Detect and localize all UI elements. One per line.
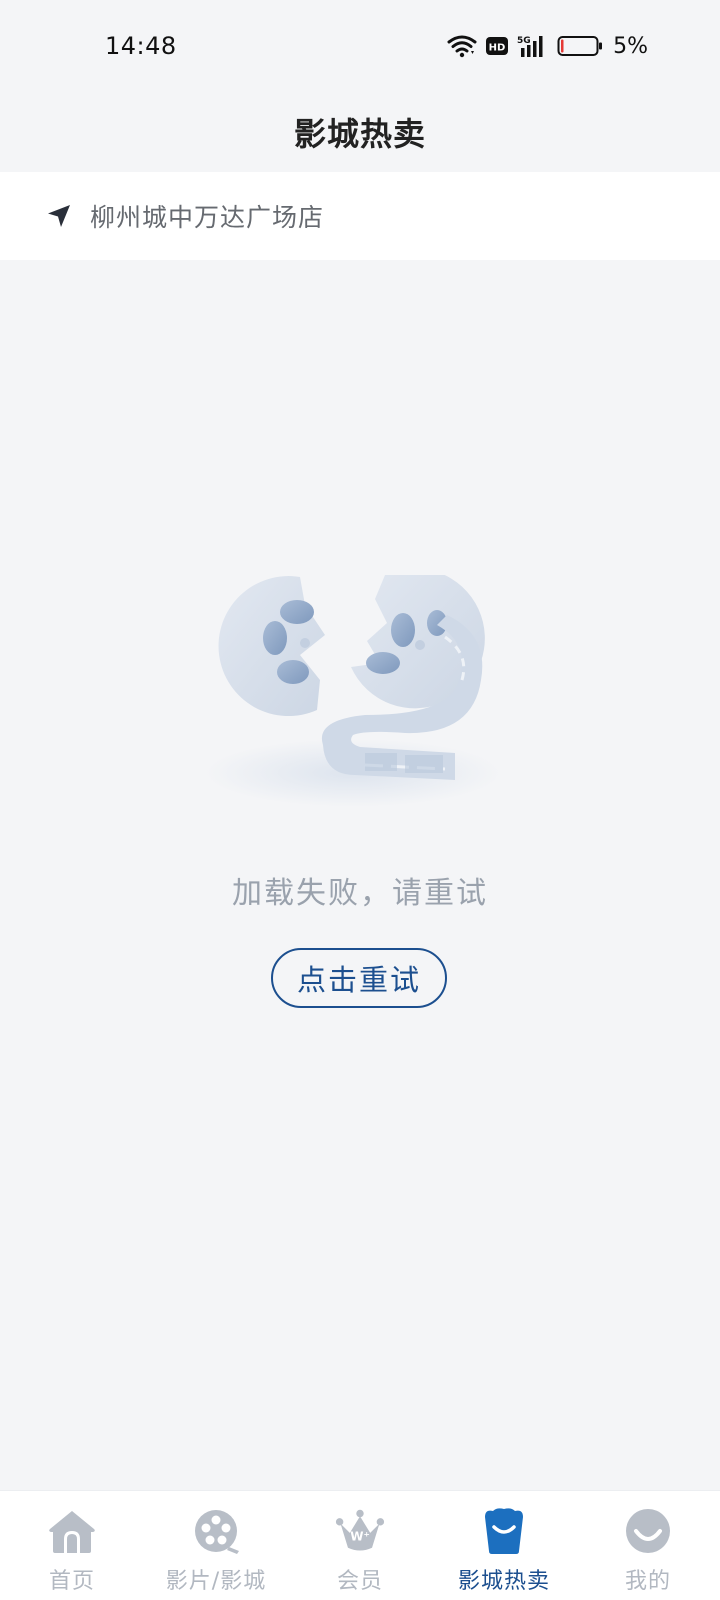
nav-item-movies[interactable]: 影片/影城 xyxy=(144,1491,288,1600)
nav-label-home: 首页 xyxy=(48,1569,95,1594)
nav-label-cinema-hot-sale: 影城热卖 xyxy=(457,1569,550,1594)
film-reel-illustration xyxy=(205,568,515,825)
wifi-icon xyxy=(447,34,477,58)
hd-icon: HD xyxy=(485,36,509,56)
home-icon xyxy=(47,1507,97,1557)
crown-icon: W⁺ xyxy=(335,1507,385,1557)
header: 影城热卖 xyxy=(0,92,720,172)
svg-text:5G: 5G xyxy=(517,36,531,46)
battery-icon xyxy=(557,35,603,57)
retry-button[interactable]: 点击重试 xyxy=(271,948,447,1008)
nav-item-home[interactable]: 首页 xyxy=(0,1491,144,1600)
cellular-signal-icon: 5G xyxy=(517,34,549,58)
battery-percentage: 5% xyxy=(613,33,648,59)
nav-item-cinema-hot-sale[interactable]: 影城热卖 xyxy=(432,1491,576,1600)
film-reel-icon xyxy=(191,1507,241,1557)
status-bar: 14:48 HD 5G 5% xyxy=(0,0,720,92)
location-arrow-icon xyxy=(44,201,74,231)
nav-item-membership[interactable]: W⁺ 会员 xyxy=(288,1491,432,1600)
popcorn-bucket-icon xyxy=(479,1507,529,1557)
page-title: 影城热卖 xyxy=(293,115,426,153)
cinema-name: 柳州城中万达广场店 xyxy=(90,203,325,232)
svg-text:HD: HD xyxy=(489,43,506,54)
svg-text:W⁺: W⁺ xyxy=(350,1529,370,1543)
bottom-nav: 首页 影片/影城 W⁺ 会员 影城热卖 我的 xyxy=(0,1490,720,1600)
nav-label-movies: 影片/影城 xyxy=(165,1569,267,1594)
smiley-icon xyxy=(623,1507,673,1557)
error-message: 加载失败，请重试 xyxy=(232,876,488,911)
nav-label-profile: 我的 xyxy=(624,1569,671,1594)
app-screen: 14:48 HD 5G 5% 影城热卖 柳州城中万达广场店 加载失败，请重试 点… xyxy=(0,0,720,1600)
cinema-location-selector[interactable]: 柳州城中万达广场店 xyxy=(0,172,720,260)
nav-label-membership: 会员 xyxy=(336,1569,383,1594)
nav-item-profile[interactable]: 我的 xyxy=(576,1491,720,1600)
status-time: 14:48 xyxy=(105,32,177,60)
status-icons: HD 5G 5% xyxy=(447,34,648,59)
